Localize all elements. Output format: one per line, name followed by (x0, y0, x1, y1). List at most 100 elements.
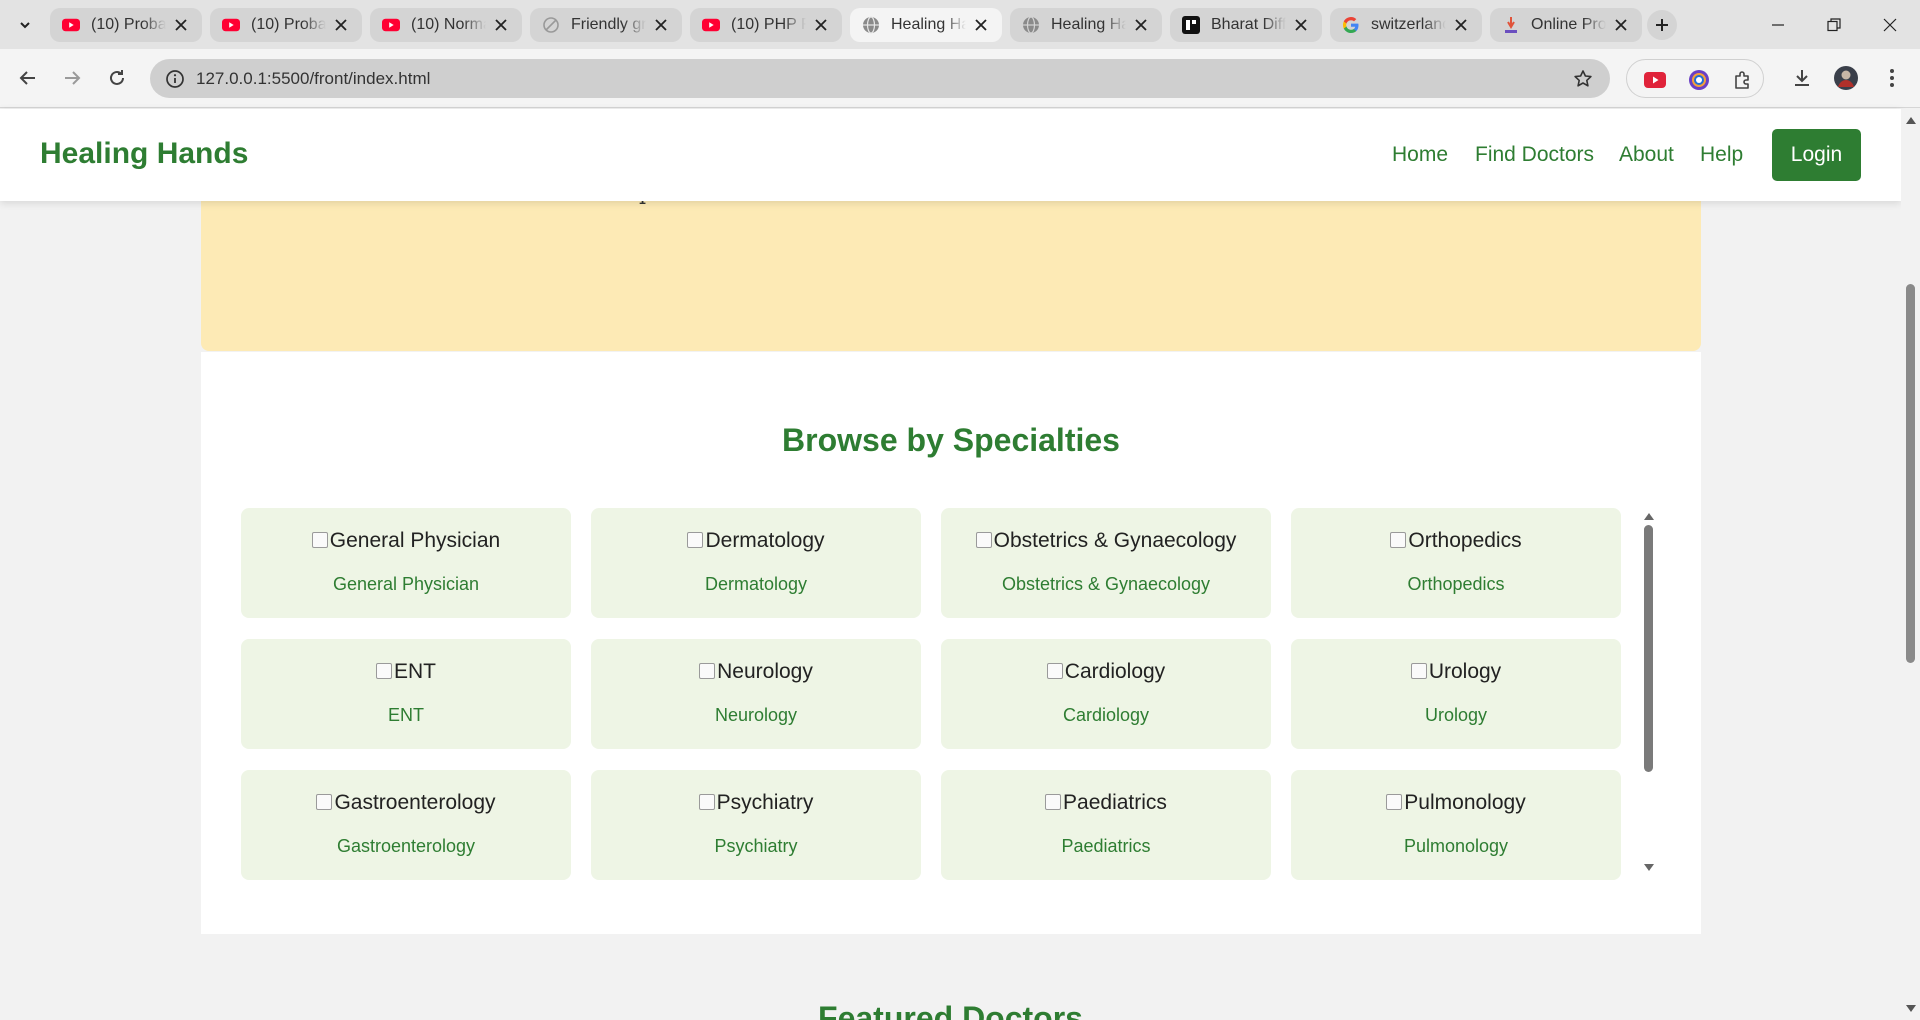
specialty-card-general-physician[interactable]: General Physician General Physician (241, 508, 571, 618)
browser-tab[interactable]: Online Pro (1490, 8, 1642, 42)
profile-avatar[interactable] (1832, 64, 1860, 92)
close-tab-icon[interactable] (172, 16, 190, 34)
browser-tab[interactable]: switzerlanc (1330, 8, 1482, 42)
tab-title: Healing Ha (891, 16, 966, 33)
specialty-card-dermatology[interactable]: Dermatology Dermatology (591, 508, 921, 618)
browser-tab[interactable]: (10) Norma (370, 8, 522, 42)
image-alt-text: Urology (1428, 660, 1502, 683)
broken-image-icon: Gastroenterology (241, 791, 571, 815)
bookmark-star-icon[interactable] (1572, 68, 1594, 90)
download-icon (1795, 70, 1809, 86)
youtube-icon (702, 16, 720, 34)
close-tab-icon[interactable] (1292, 16, 1310, 34)
specialties-grid: General Physician General Physician Derm… (241, 508, 1654, 896)
specialty-label: General Physician (332, 574, 480, 594)
login-button[interactable]: Login (1772, 129, 1861, 181)
image-alt-text: Obstetrics & Gynaecology (993, 529, 1237, 552)
broken-image-icon: Dermatology (591, 529, 921, 553)
puzzle-extensions-icon[interactable] (1731, 68, 1755, 92)
close-tab-icon[interactable] (812, 16, 830, 34)
tab-strip: (10) Probal (10) Probal (10) Norma Frien… (0, 0, 1920, 49)
reload-button[interactable] (103, 64, 131, 92)
forward-button[interactable] (58, 64, 86, 92)
nav-find-doctors[interactable]: Find Doctors (1475, 143, 1594, 167)
browser-tab[interactable]: Bharat Diff (1170, 8, 1322, 42)
specialty-card-neurology[interactable]: Neurology Neurology (591, 639, 921, 749)
browser-tab[interactable]: (10) PHP F (690, 8, 842, 42)
browser-toolbar: 127.0.0.1:5500/front/index.html (0, 49, 1920, 108)
close-tab-icon[interactable] (332, 16, 350, 34)
plus-icon (1656, 19, 1668, 31)
image-alt-text: Paediatrics (1063, 791, 1167, 814)
specialties-scrollbar[interactable] (1641, 508, 1657, 896)
site-info-icon[interactable] (164, 68, 186, 90)
specialty-label: Orthopedics (1407, 574, 1505, 594)
tab-title: (10) Probal (91, 16, 166, 33)
browser-menu-button[interactable] (1878, 64, 1906, 92)
minimize-icon (1772, 23, 1784, 26)
specialty-label: ENT (388, 705, 424, 725)
close-tab-icon[interactable] (492, 16, 510, 34)
specialty-card-cardiology[interactable]: Cardiology Cardiology (941, 639, 1271, 749)
browser-tab[interactable]: Healing Ha (1010, 8, 1162, 42)
color-picker-extension-icon[interactable] (1687, 68, 1711, 92)
specialty-card-pulmonology[interactable]: Pulmonology Pulmonology (1291, 770, 1621, 880)
broken-image-icon: Cardiology (941, 660, 1271, 684)
specialty-label: Gastroenterology (336, 836, 476, 856)
browser-tab[interactable]: (10) Probal (210, 8, 362, 42)
scroll-down-arrow-icon[interactable] (1643, 862, 1655, 874)
nav-home[interactable]: Home (1392, 143, 1448, 167)
close-icon (1883, 18, 1897, 31)
url-text[interactable]: 127.0.0.1:5500/front/index.html (196, 69, 430, 89)
nav-about[interactable]: About (1619, 143, 1674, 167)
address-bar[interactable]: 127.0.0.1:5500/front/index.html (150, 59, 1610, 98)
back-arrow-icon (19, 71, 35, 85)
nav-help[interactable]: Help (1700, 143, 1743, 167)
specialty-card-ent[interactable]: ENT ENT (241, 639, 571, 749)
page-scroll-down-arrow-icon[interactable] (1905, 1003, 1917, 1015)
broken-image-icon: Neurology (591, 660, 921, 684)
specialty-label: Psychiatry (714, 836, 798, 856)
specialty-card-paediatrics[interactable]: Paediatrics Paediatrics (941, 770, 1271, 880)
page-scroll-up-arrow-icon[interactable] (1905, 114, 1917, 126)
close-window-button[interactable] (1862, 0, 1918, 49)
tab-title: (10) Norma (411, 16, 486, 33)
browser-tab[interactable]: Friendly gr (530, 8, 682, 42)
youtube-icon (222, 16, 240, 34)
browser-tab[interactable]: (10) Probal (50, 8, 202, 42)
close-tab-icon[interactable] (1452, 16, 1470, 34)
back-button[interactable] (14, 64, 42, 92)
tab-search-chevron-icon[interactable] (12, 12, 38, 38)
reload-icon (110, 70, 124, 85)
browser-tab-active[interactable]: Healing Ha (850, 8, 1002, 42)
broken-image-icon: Orthopedics (1291, 529, 1621, 553)
scrollbar-thumb[interactable] (1644, 525, 1653, 772)
close-tab-icon[interactable] (972, 16, 990, 34)
youtube-extension-icon[interactable] (1643, 68, 1667, 92)
specialty-card-urology[interactable]: Urology Urology (1291, 639, 1621, 749)
new-tab-button[interactable] (1647, 10, 1677, 40)
image-alt-text: Neurology (717, 660, 813, 683)
close-tab-icon[interactable] (1612, 16, 1630, 34)
site-navbar: Healing Hands Home Find Doctors About He… (0, 109, 1901, 201)
page-scrollbar[interactable] (1901, 109, 1920, 1020)
specialty-card-obstetrics-gynaecology[interactable]: Obstetrics & Gynaecology Obstetrics & Gy… (941, 508, 1271, 618)
page-viewport: ɪ Browse by Specialties General Physicia… (0, 109, 1901, 1020)
specialty-card-gastroenterology[interactable]: Gastroenterology Gastroenterology (241, 770, 571, 880)
minimize-button[interactable] (1750, 0, 1806, 49)
bd-logo-icon (1182, 16, 1200, 34)
broken-image-icon: Obstetrics & Gynaecology (941, 529, 1271, 553)
close-tab-icon[interactable] (652, 16, 670, 34)
specialties-heading: Browse by Specialties (782, 422, 1120, 458)
tab-title: switzerlanc (1371, 16, 1446, 33)
specialty-card-orthopedics[interactable]: Orthopedics Orthopedics (1291, 508, 1621, 618)
close-tab-icon[interactable] (1132, 16, 1150, 34)
brand-logo[interactable]: Healing Hands (40, 137, 248, 171)
downloads-button[interactable] (1788, 64, 1816, 92)
restore-button[interactable] (1806, 0, 1862, 49)
scroll-up-arrow-icon[interactable] (1643, 510, 1655, 522)
image-alt-text: Dermatology (705, 529, 825, 552)
specialty-label: Dermatology (704, 574, 808, 594)
page-scrollbar-thumb[interactable] (1906, 284, 1915, 663)
specialty-card-psychiatry[interactable]: Psychiatry Psychiatry (591, 770, 921, 880)
